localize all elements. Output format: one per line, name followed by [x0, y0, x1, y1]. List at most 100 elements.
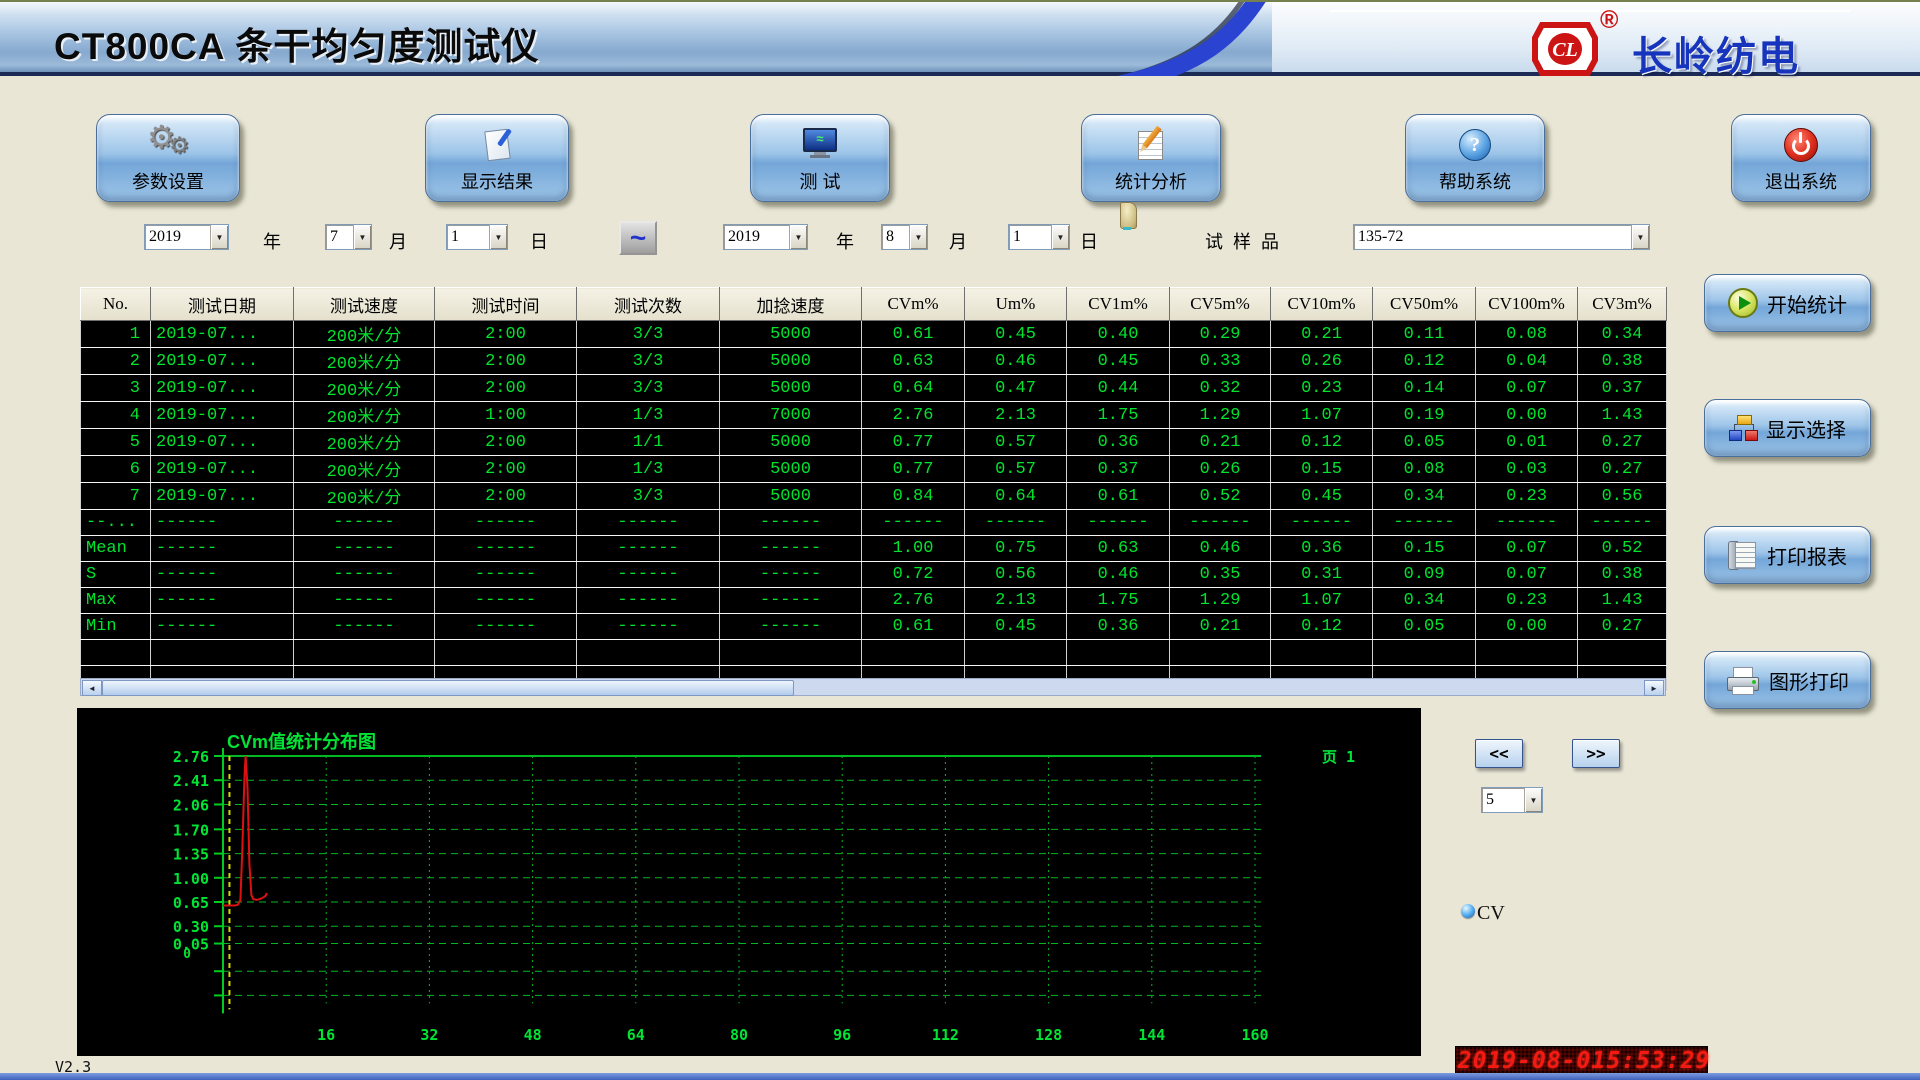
start-month-label: 月 [389, 228, 407, 254]
dropdown-arrow-icon[interactable]: ▼ [1051, 225, 1069, 249]
table-cell: 0.56 [965, 562, 1067, 588]
registered-trademark: ® [1600, 6, 1618, 35]
end-year-select[interactable]: 2019 ▼ [723, 224, 808, 250]
table-horizontal-scrollbar[interactable]: ◄ ► [80, 678, 1666, 696]
table-cell: 2019-07... [151, 348, 294, 375]
x-tick-label: 16 [317, 1026, 335, 1044]
distribution-chart[interactable]: 0.050.300.651.001.351.702.062.412.760163… [77, 708, 1421, 1056]
settings-button[interactable]: ⚙⚙ 参数设置 [96, 114, 240, 202]
table-cell: ------ [151, 536, 294, 562]
chart-title: CVm值统计分布图 [227, 731, 376, 752]
display-select-button[interactable]: 显示选择 [1704, 399, 1871, 457]
show-results-button[interactable]: 显示结果 [425, 114, 569, 202]
flowchart-icon [1729, 415, 1757, 441]
start-day-select[interactable]: 1 ▼ [446, 224, 508, 250]
test-button[interactable]: ≈ 测 试 [750, 114, 890, 202]
table-cell: --... [81, 510, 151, 536]
start-statistics-button[interactable]: 开始统计 [1704, 274, 1871, 332]
table-row[interactable]: 12019-07...200米/分2:003/350000.610.450.40… [81, 321, 1667, 348]
table-row[interactable]: Min------------------------------0.610.4… [81, 614, 1667, 640]
dropdown-arrow-icon[interactable]: ▼ [1631, 225, 1649, 249]
hand-cursor-icon [1120, 202, 1137, 229]
page-size-select[interactable]: 5 ▼ [1481, 787, 1543, 813]
dropdown-arrow-icon[interactable]: ▼ [909, 225, 927, 249]
table-cell [151, 640, 294, 666]
scrollbar-thumb[interactable] [102, 680, 794, 696]
table-cell: 5000 [720, 429, 862, 456]
column-header: CV3m% [1578, 288, 1667, 321]
dropdown-arrow-icon[interactable]: ▼ [210, 225, 228, 249]
cv-option-radio[interactable]: CV [1461, 902, 1505, 925]
table-cell: ------ [577, 588, 720, 614]
prev-page-button[interactable]: << [1475, 739, 1523, 768]
x-tick-label: 128 [1035, 1026, 1062, 1044]
table-cell [1578, 640, 1667, 666]
column-header: 测试速度 [294, 288, 435, 321]
table-row[interactable]: --...-----------------------------------… [81, 510, 1667, 536]
help-icon: ? [1459, 129, 1491, 161]
table-cell: 0.01 [1476, 429, 1578, 456]
statistics-analysis-button[interactable]: 统计分析 [1081, 114, 1221, 202]
table-row[interactable]: 32019-07...200米/分2:003/350000.640.470.44… [81, 375, 1667, 402]
sample-select[interactable]: 135-72 ▼ [1353, 224, 1650, 250]
table-cell: 0.23 [1271, 375, 1373, 402]
table-row[interactable]: 42019-07...200米/分1:001/370002.762.131.75… [81, 402, 1667, 429]
end-year-label: 年 [836, 228, 854, 254]
table-cell: 0.04 [1476, 348, 1578, 375]
table-cell: Max [81, 588, 151, 614]
table-cell: 0.34 [1578, 321, 1667, 348]
distribution-chart-panel[interactable]: 0.050.300.651.001.351.702.062.412.760163… [77, 708, 1421, 1056]
next-page-button[interactable]: >> [1572, 739, 1620, 768]
print-graph-button[interactable]: 图形打印 [1704, 651, 1871, 709]
start-year-select[interactable]: 2019 ▼ [144, 224, 229, 250]
table-cell: 4 [81, 402, 151, 429]
table-cell: 0.09 [1373, 562, 1476, 588]
table-cell: 0.61 [862, 321, 965, 348]
table-cell: 2:00 [435, 375, 577, 402]
table-cell: ------ [1271, 510, 1373, 536]
dropdown-arrow-icon[interactable]: ▼ [353, 225, 371, 249]
column-header: CV50m% [1373, 288, 1476, 321]
start-month-select[interactable]: 7 ▼ [325, 224, 372, 250]
table-cell: 0.27 [1578, 614, 1667, 640]
table-cell: 0.56 [1578, 483, 1667, 510]
table-row[interactable]: 52019-07...200米/分2:001/150000.770.570.36… [81, 429, 1667, 456]
table-row[interactable] [81, 640, 1667, 666]
page-size-value: 5 [1482, 788, 1524, 812]
table-row[interactable]: S------------------------------0.720.560… [81, 562, 1667, 588]
table-cell: ------ [577, 536, 720, 562]
table-row[interactable]: 62019-07...200米/分2:001/350000.770.570.37… [81, 456, 1667, 483]
table-cell [435, 640, 577, 666]
end-day-select[interactable]: 1 ▼ [1008, 224, 1070, 250]
column-header: CV5m% [1170, 288, 1271, 321]
exit-button[interactable]: 退出系统 [1731, 114, 1871, 202]
table-cell: 1.29 [1170, 402, 1271, 429]
table-row[interactable]: Mean------------------------------1.000.… [81, 536, 1667, 562]
table-cell: 0.27 [1578, 429, 1667, 456]
date-range-wave-button[interactable]: ~ [619, 221, 657, 255]
table-cell: 0.12 [1271, 614, 1373, 640]
dropdown-arrow-icon[interactable]: ▼ [489, 225, 507, 249]
dropdown-arrow-icon[interactable]: ▼ [1524, 788, 1542, 812]
table-cell: ------ [151, 562, 294, 588]
dropdown-arrow-icon[interactable]: ▼ [789, 225, 807, 249]
start-day-label: 日 [530, 228, 548, 254]
y-origin-label: 0 [183, 947, 191, 962]
table-row[interactable]: 22019-07...200米/分2:003/350000.630.460.45… [81, 348, 1667, 375]
x-tick-label: 32 [420, 1026, 438, 1044]
end-month-label: 月 [949, 228, 967, 254]
table-cell: 7 [81, 483, 151, 510]
table-row[interactable]: Max------------------------------2.762.1… [81, 588, 1667, 614]
print-report-button[interactable]: 打印报表 [1704, 526, 1871, 584]
table-cell: 0.45 [1067, 348, 1170, 375]
print-graph-label: 图形打印 [1769, 666, 1849, 695]
table-cell [81, 640, 151, 666]
table-cell: 0.64 [862, 375, 965, 402]
table-row[interactable]: 72019-07...200米/分2:003/350000.840.640.61… [81, 483, 1667, 510]
end-month-select[interactable]: 8 ▼ [881, 224, 928, 250]
scroll-right-arrow[interactable]: ► [1644, 680, 1664, 696]
brand-name: 长岭纺电 [1632, 24, 1800, 82]
scroll-left-arrow[interactable]: ◄ [82, 680, 102, 696]
help-button[interactable]: ? 帮助系统 [1405, 114, 1545, 202]
table-cell [577, 640, 720, 666]
